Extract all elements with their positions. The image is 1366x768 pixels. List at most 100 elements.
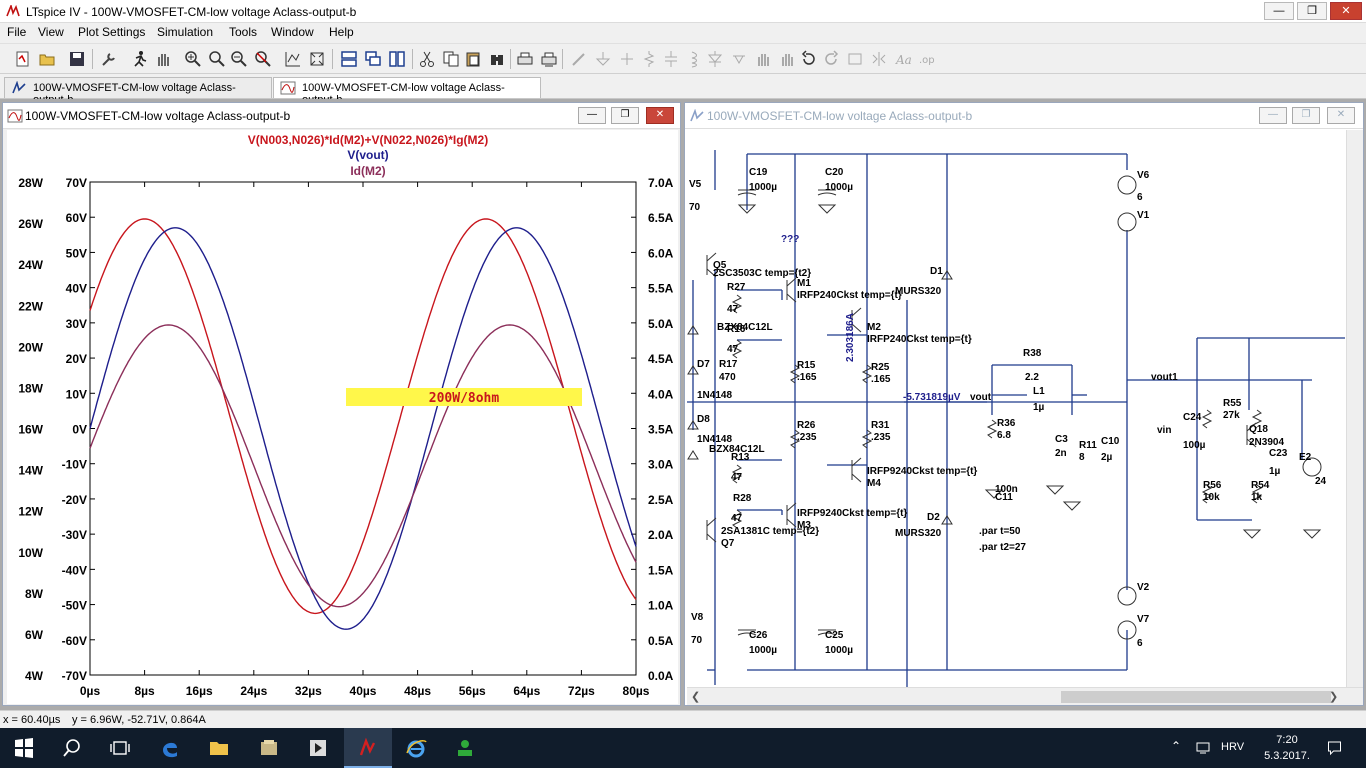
zoom-in-icon[interactable] xyxy=(184,50,202,68)
network-icon[interactable] xyxy=(1195,740,1211,756)
schematic-label: 10k xyxy=(1203,492,1220,503)
ground-symbol xyxy=(1242,529,1262,539)
schematic-label: vin xyxy=(1157,425,1171,436)
waveform-minimize-button[interactable]: — xyxy=(578,107,606,124)
cascade-icon[interactable] xyxy=(364,50,382,68)
menu-tools[interactable]: Tools xyxy=(229,25,257,39)
windows-taskbar: ⌃ HRV 7:20 5.3.2017. xyxy=(0,728,1366,768)
schematic-vertical-scrollbar[interactable] xyxy=(1346,130,1363,688)
app-title: LTspice IV - 100W-VMOSFET-CM-low voltage… xyxy=(26,5,357,19)
trace-label-power[interactable]: V(N003,N026)*Id(M2)+V(N022,N026)*Ig(M2) xyxy=(248,133,488,147)
diode-icon xyxy=(706,50,724,68)
tab-waveform[interactable]: 100W-VMOSFET-CM-low voltage Aclass-outpu… xyxy=(273,77,541,106)
trace-line-0[interactable] xyxy=(89,218,637,615)
schematic-label: 2.303186A xyxy=(845,313,856,362)
schematic-horizontal-scrollbar[interactable]: ❮ ❯ xyxy=(687,687,1363,705)
clock-date: 5.3.2017. xyxy=(1264,750,1310,762)
y-voltage-tick-label: 10V xyxy=(66,387,87,401)
schematic-icon xyxy=(690,109,704,122)
scroll-left-arrow[interactable]: ❮ xyxy=(691,690,700,703)
save-icon[interactable] xyxy=(68,50,86,68)
copy-icon[interactable] xyxy=(442,50,460,68)
new-schematic-icon[interactable] xyxy=(14,50,32,68)
autorange-icon[interactable] xyxy=(284,50,302,68)
zoom-area-icon[interactable] xyxy=(208,50,226,68)
open-icon[interactable] xyxy=(38,50,56,68)
edge-taskbar-button[interactable] xyxy=(146,728,194,768)
clock[interactable]: 7:20 5.3.2017. xyxy=(1262,732,1312,764)
waveform-restore-button[interactable]: ❐ xyxy=(611,107,639,124)
tray-chevron-icon[interactable]: ⌃ xyxy=(1171,739,1181,753)
restore-button[interactable]: ❐ xyxy=(1297,2,1327,20)
input-language-indicator[interactable]: HRV xyxy=(1221,741,1244,753)
schematic-label: .165 xyxy=(871,374,891,385)
start-button[interactable] xyxy=(0,728,48,768)
task-view-button[interactable] xyxy=(96,728,144,768)
menu-window[interactable]: Window xyxy=(271,25,314,39)
capacitor-plate xyxy=(817,192,837,196)
minimize-button[interactable]: — xyxy=(1264,2,1294,20)
media-taskbar-button[interactable] xyxy=(294,728,342,768)
schematic-close-button[interactable]: ✕ xyxy=(1327,107,1355,124)
x-tick-label: 64µs xyxy=(513,684,540,698)
cut-icon[interactable] xyxy=(418,50,436,68)
network-app-taskbar-button[interactable] xyxy=(441,728,489,768)
run-icon[interactable] xyxy=(130,50,148,68)
y-current-tick-label: 1.0A xyxy=(648,599,674,613)
schematic-restore-button[interactable]: ❐ xyxy=(1292,107,1320,124)
schematic-minimize-button[interactable]: — xyxy=(1259,107,1287,124)
find-icon[interactable] xyxy=(488,50,506,68)
menu-view[interactable]: View xyxy=(38,25,64,39)
folder-icon xyxy=(261,740,277,755)
waveform-close-button[interactable]: ✕ xyxy=(646,107,674,124)
schematic-label: M3 xyxy=(797,520,811,531)
x-tick-label: 40µs xyxy=(350,684,377,698)
schematic-label: 24 xyxy=(1315,476,1327,487)
x-tick-label: 24µs xyxy=(240,684,267,698)
undo-icon[interactable] xyxy=(800,50,818,68)
schematic-label: V6 xyxy=(1137,170,1150,181)
schematic-label: R16 xyxy=(727,324,746,335)
trace-line-1[interactable] xyxy=(89,227,637,630)
trace-line-2[interactable] xyxy=(89,324,637,608)
edge-icon xyxy=(163,742,177,758)
menu-simulation[interactable]: Simulation xyxy=(157,25,213,39)
menu-help[interactable]: Help xyxy=(329,25,354,39)
tile-vertical-icon[interactable] xyxy=(388,50,406,68)
menu-file[interactable]: File xyxy=(7,25,26,39)
ground-symbol xyxy=(1302,529,1322,539)
scroll-right-arrow[interactable]: ❯ xyxy=(1329,690,1338,703)
schematic-label: IRFP240Ckst temp={t} xyxy=(797,290,902,301)
close-button[interactable]: ✕ xyxy=(1330,2,1362,20)
tile-horizontal-icon[interactable] xyxy=(340,50,358,68)
schematic-label: R13 xyxy=(731,452,750,463)
ie-taskbar-button[interactable] xyxy=(392,728,440,768)
fit-icon[interactable] xyxy=(308,50,326,68)
print-icon[interactable] xyxy=(516,50,534,68)
y-power-tick-label: 6W xyxy=(25,628,44,642)
folder-taskbar-button[interactable] xyxy=(245,728,293,768)
zoom-cancel-icon[interactable] xyxy=(254,50,272,68)
schematic-drawing[interactable]: V570Q52SC3503C temp={t2}R2747BZX84C12LR1… xyxy=(687,130,1345,688)
tab-schematic[interactable]: 100W-VMOSFET-CM-low voltage Aclass-outpu… xyxy=(4,77,272,106)
print-setup-icon[interactable] xyxy=(540,50,558,68)
search-button[interactable] xyxy=(48,728,96,768)
schematic-label: C20 xyxy=(825,167,844,178)
pan-icon[interactable] xyxy=(154,50,172,68)
paste-icon[interactable] xyxy=(464,50,482,68)
zoom-out-icon[interactable] xyxy=(230,50,248,68)
schematic-canvas[interactable]: V5 70 Q5 2SC3503C temp={t2} R27 47 BZX84C12L R1… xyxy=(687,130,1345,688)
waveform-chart[interactable]: V(N003,N026)*Id(M2)+V(N022,N026)*Ig(M2) … xyxy=(7,130,678,704)
menu-plot-settings[interactable]: Plot Settings xyxy=(78,25,145,39)
ltspice-taskbar-button[interactable] xyxy=(344,728,392,768)
notifications-icon[interactable] xyxy=(1326,740,1343,756)
scroll-thumb[interactable] xyxy=(1061,691,1331,703)
trace-label-vout[interactable]: V(vout) xyxy=(347,148,388,162)
schematic-window-title: 100W-VMOSFET-CM-low voltage Aclass-outpu… xyxy=(707,109,973,123)
control-panel-icon[interactable] xyxy=(100,50,118,68)
file-explorer-taskbar-button[interactable] xyxy=(195,728,243,768)
schematic-label: L1 xyxy=(1033,386,1045,397)
trace-label-id-m2[interactable]: Id(M2) xyxy=(350,164,385,178)
annotation-text[interactable]: 200W/8ohm xyxy=(429,391,500,406)
waveform-plot-area[interactable]: V(N003,N026)*Id(M2)+V(N022,N026)*Ig(M2) … xyxy=(7,130,678,704)
